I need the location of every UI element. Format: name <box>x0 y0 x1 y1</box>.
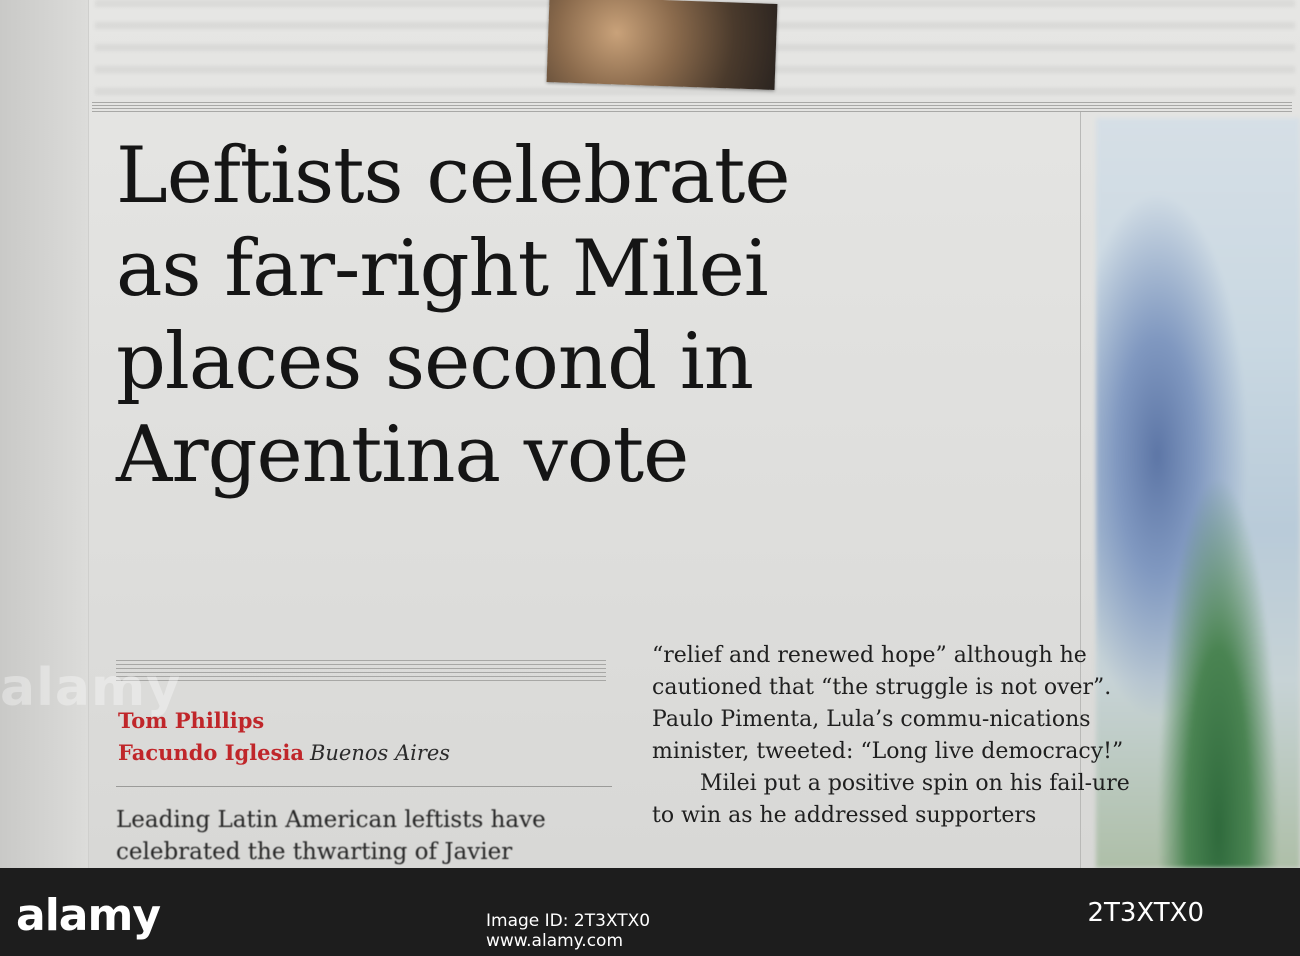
banner-url: www.alamy.com <box>486 931 624 951</box>
banner-info: Image ID: 2T3XTX0 www.alamy.com <box>486 911 650 951</box>
adjacent-page-edge <box>0 0 89 868</box>
newspaper-photo: Leftists celebrate as far-right Milei pl… <box>0 0 1300 868</box>
body-paragraph: “relief and renewed hope” although he ca… <box>652 643 1124 764</box>
banner-logo: alamy <box>16 890 161 941</box>
banner-image-id: 2T3XTX0 <box>1087 898 1204 928</box>
watermark: alamy <box>0 658 182 718</box>
article-body-left-column: Leading Latin American leftists have cel… <box>116 807 546 865</box>
top-rule-lines <box>92 102 1292 114</box>
article-headline: Leftists celebrate as far-right Milei pl… <box>116 131 791 500</box>
body-paragraph: Milei put a positive spin on his fail-ur… <box>652 771 1130 828</box>
dateline-location: Buenos Aires <box>309 741 451 765</box>
banner-id-line: Image ID: 2T3XTX0 <box>486 911 651 931</box>
byline-rule-lines <box>116 660 606 684</box>
author-name: Facundo Iglesia <box>118 740 304 765</box>
byline: Tom Phillips Facundo Iglesia Buenos Aires <box>118 705 608 769</box>
article-body-right-column: “relief and renewed hope” although he ca… <box>652 640 1147 832</box>
image-id-value: 2T3XTX0 <box>1087 898 1204 928</box>
byline-separator <box>116 786 612 787</box>
top-thumbnail-image <box>546 0 778 90</box>
